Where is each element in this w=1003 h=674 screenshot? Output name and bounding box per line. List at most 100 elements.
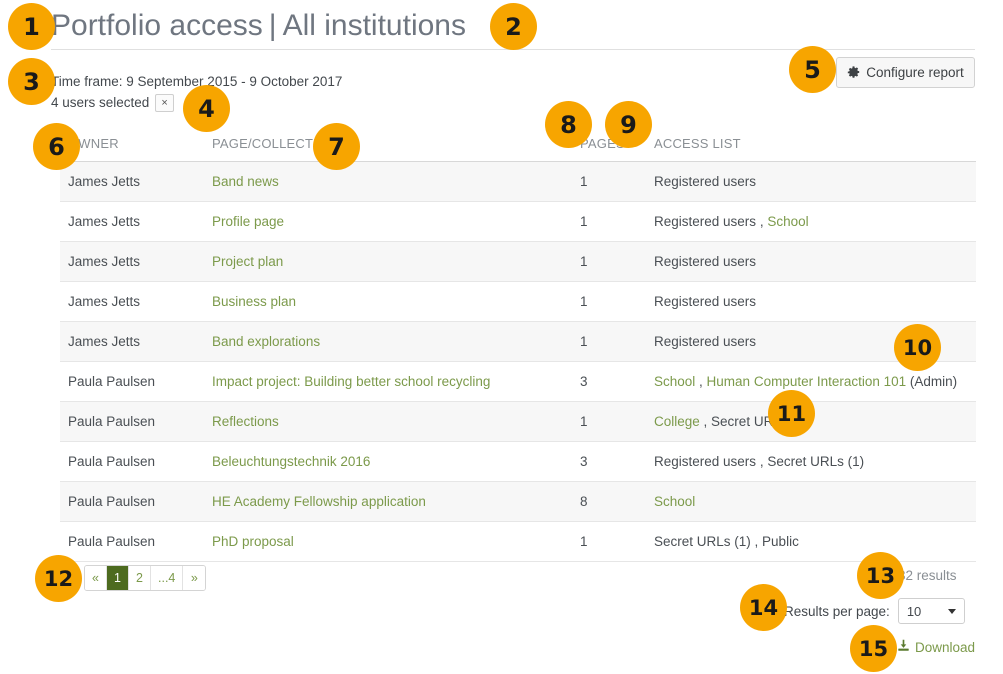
access-list-separator: , (750, 534, 763, 549)
access-list-link[interactable]: School (767, 214, 808, 229)
page-title-secondary: All institutions (282, 9, 466, 42)
cell-owner: James Jetts (60, 161, 204, 202)
results-per-page-value: 10 (906, 603, 922, 619)
pagination-page-1[interactable]: 1 (107, 566, 129, 590)
cell-owner: James Jetts (60, 201, 204, 242)
cell-owner: James Jetts (60, 241, 204, 282)
access-list-text: Registered users (654, 254, 757, 269)
annotation-marker-13: 13 (857, 552, 904, 599)
cell-access-list: Registered users (646, 281, 976, 322)
cell-access-list: Registered users , School (646, 201, 976, 242)
cell-page-collection: Profile page (204, 201, 572, 242)
column-header-access-list[interactable]: ACCESS LIST (646, 132, 976, 162)
table-header-row: OWNER PAGE/COLLECTION PAGES ACCESS LIST (60, 132, 976, 162)
annotation-marker-5: 5 (789, 46, 836, 93)
configure-report-button[interactable]: Configure report (836, 57, 975, 88)
table-body: James Jetts Band news 1 Registered users Jam… (60, 161, 976, 562)
cell-pages-count: 1 (572, 241, 646, 282)
pagination[interactable]: «1 2 ...4» (84, 565, 207, 591)
annotation-marker-6: 6 (33, 123, 80, 170)
table-row: James Jetts Project plan 1 Registered users (60, 241, 976, 282)
selected-users-row: 4 users selected × (51, 93, 174, 112)
cell-pages-count: 3 (572, 361, 646, 402)
access-list-separator: , (699, 414, 712, 429)
page-title: Portfolio access | All institutions (51, 6, 466, 46)
access-list-text: Registered users (654, 174, 757, 189)
cell-pages-count: 1 (572, 521, 646, 562)
table-row: Paula Paulsen Reflections 1 College , Secre… (60, 401, 976, 442)
cell-page-collection: Band explorations (204, 321, 572, 362)
page-collection-link[interactable]: Impact project: Building better school r… (212, 374, 490, 389)
download-label: Download (915, 639, 976, 655)
access-list-link[interactable]: School (654, 374, 695, 389)
download-button[interactable]: Download (897, 639, 975, 655)
access-list-link[interactable]: Human Computer Interaction 101 (707, 374, 907, 389)
annotation-marker-4: 4 (183, 85, 230, 132)
cell-owner: James Jetts (60, 281, 204, 322)
annotation-marker-14: 14 (740, 584, 787, 631)
page-title-separator: | (268, 9, 277, 42)
access-list-link[interactable]: College (654, 414, 700, 429)
cell-page-collection: PhD proposal (204, 521, 572, 562)
cell-page-collection: Reflections (204, 401, 572, 442)
pagination-page-2[interactable]: 2 (129, 566, 151, 590)
annotation-marker-2: 2 (490, 3, 537, 50)
pagination-first[interactable]: « (85, 566, 107, 590)
page-collection-link[interactable]: Band explorations (212, 334, 320, 349)
cell-pages-count: 3 (572, 441, 646, 482)
gear-icon (847, 66, 860, 79)
pagination-last[interactable]: » (183, 566, 206, 590)
annotation-marker-15: 15 (850, 625, 897, 672)
annotation-marker-8: 8 (545, 101, 592, 148)
annotation-marker-1: 1 (8, 3, 55, 50)
table-row: Paula Paulsen Beleuchtungstechnik 2016 3 Re… (60, 441, 976, 482)
table-row: James Jetts Band news 1 Registered users (60, 161, 976, 202)
portfolio-access-table: OWNER PAGE/COLLECTION PAGES ACCESS LIST … (60, 132, 976, 562)
page-collection-link[interactable]: Band news (212, 174, 279, 189)
cell-owner: Paula Paulsen (60, 481, 204, 522)
page-collection-link[interactable]: Beleuchtungstechnik 2016 (212, 454, 370, 469)
annotation-marker-11: 11 (768, 390, 815, 437)
table-row: James Jetts Band explorations 1 Registered … (60, 321, 976, 362)
access-list-text: Registered users (654, 294, 757, 309)
table-row: Paula Paulsen HE Academy Fellowship appli… (60, 481, 976, 522)
page-collection-link[interactable]: Project plan (212, 254, 283, 269)
access-list-text: Secret URLs (1) (767, 454, 865, 469)
results-per-page-label: Results per page: (784, 603, 890, 619)
table-row: Paula Paulsen PhD proposal 1 Secret URLs (1… (60, 521, 976, 562)
annotation-marker-12: 12 (35, 555, 82, 602)
annotation-marker-10: 10 (894, 324, 941, 371)
download-icon (897, 639, 910, 655)
annotation-marker-3: 3 (8, 58, 55, 105)
cell-pages-count: 1 (572, 161, 646, 202)
clear-user-selection-button[interactable]: × (155, 93, 174, 112)
access-list-text: (Admin) (906, 374, 958, 389)
cell-pages-count: 1 (572, 201, 646, 242)
column-header-page-collection[interactable]: PAGE/COLLECTION (204, 132, 572, 162)
access-list-text: Secret URLs (1) (654, 534, 751, 549)
cell-page-collection: Impact project: Building better school r… (204, 361, 572, 402)
cell-pages-count: 1 (572, 401, 646, 442)
cell-page-collection: Beleuchtungstechnik 2016 (204, 441, 572, 482)
access-list-separator: , (695, 374, 707, 389)
results-per-page-row: Results per page: 10 (784, 598, 965, 624)
table-row: Paula Paulsen Impact project: Building be… (60, 361, 976, 402)
access-list-text: Public (762, 534, 799, 549)
results-count: 32 results (898, 568, 957, 583)
pagination-page-4[interactable]: ...4 (151, 566, 184, 590)
page-collection-link[interactable]: PhD proposal (212, 534, 294, 549)
cell-page-collection: Band news (204, 161, 572, 202)
access-list-text: Registered users (654, 214, 757, 229)
cell-owner: Paula Paulsen (60, 401, 204, 442)
page-collection-link[interactable]: Reflections (212, 414, 279, 429)
report-page: Portfolio access | All institutions Time f… (0, 0, 1003, 674)
page-collection-link[interactable]: Profile page (212, 214, 284, 229)
column-header-owner[interactable]: OWNER (60, 132, 204, 162)
access-list-link[interactable]: School (654, 494, 695, 509)
cell-owner: Paula Paulsen (60, 441, 204, 482)
annotation-marker-9: 9 (605, 101, 652, 148)
table-row: James Jetts Business plan 1 Registered user… (60, 281, 976, 322)
page-collection-link[interactable]: Business plan (212, 294, 296, 309)
results-per-page-select[interactable]: 10 (897, 598, 965, 624)
page-collection-link[interactable]: HE Academy Fellowship application (212, 494, 426, 509)
